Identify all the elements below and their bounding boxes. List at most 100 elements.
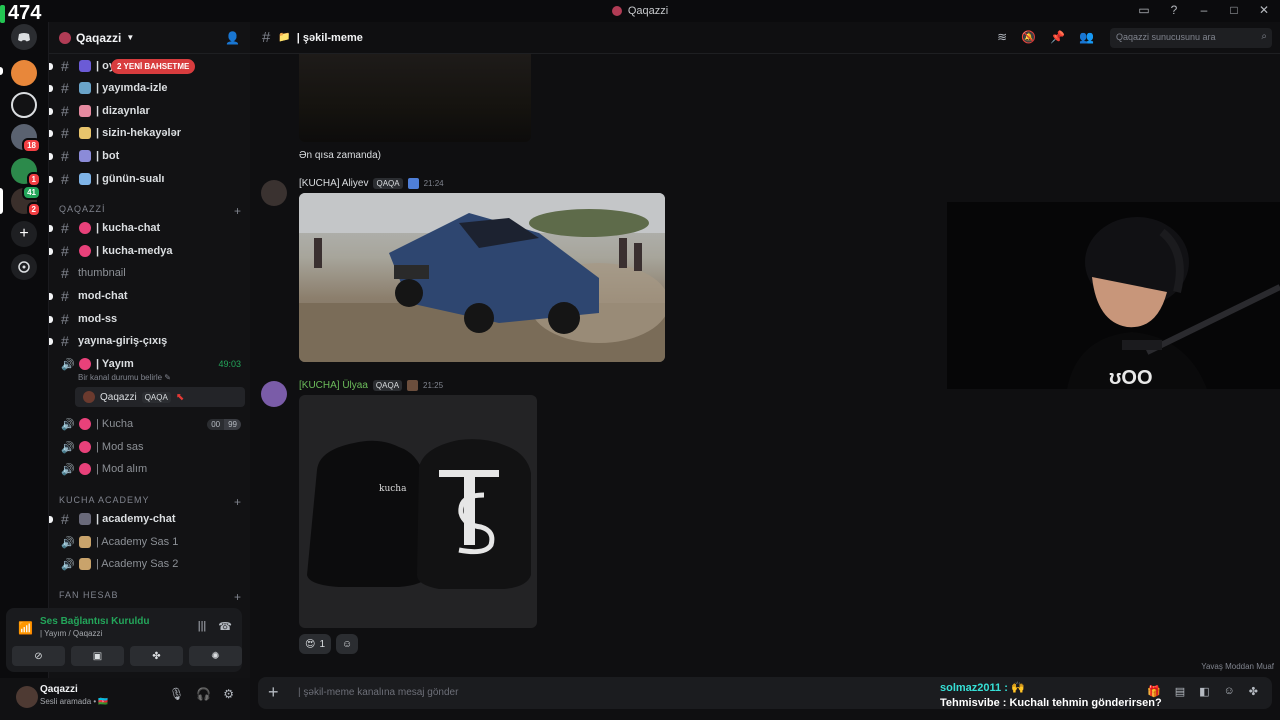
discord-home-icon[interactable]: [11, 24, 37, 50]
gif-icon[interactable]: ▤: [1175, 685, 1185, 698]
server-name[interactable]: Qaqazzi ▼: [59, 31, 134, 45]
camera-off-button[interactable]: ⊘: [12, 646, 65, 666]
user-count-badge: 00 99: [207, 418, 241, 430]
settings-gear-icon[interactable]: ⚙: [223, 687, 234, 701]
sweater-image[interactable]: kucha: [299, 395, 537, 628]
category-header[interactable]: QAQAZZİ +: [59, 204, 241, 218]
voice-channel[interactable]: 🔊 | Academy Sas 1: [49, 532, 251, 552]
attach-plus-icon[interactable]: +: [268, 682, 279, 703]
channel-item[interactable]: # yayına-giriş-çıxış: [49, 331, 251, 351]
speaker-icon: 🔊: [61, 558, 75, 571]
chevron-down-icon: ▼: [126, 33, 135, 42]
avatar[interactable]: [261, 180, 287, 206]
window-title: Qaqazzi: [611, 5, 668, 17]
speaker-icon: 🔊: [61, 441, 75, 454]
avatar[interactable]: [261, 381, 287, 407]
add-channel-icon[interactable]: +: [234, 495, 241, 509]
add-member-icon[interactable]: 👤: [225, 31, 240, 45]
hex-server-icon[interactable]: [11, 92, 37, 118]
search-input[interactable]: Qaqazzi sunucusunu ara ⌕: [1110, 28, 1272, 48]
close-button[interactable]: ✕: [1256, 3, 1272, 17]
noise-suppression-icon[interactable]: |||: [198, 620, 207, 633]
user-panel: Qaqazzi Sesli aramada • 🇦🇿 🎙 🎧 ⚙: [0, 678, 250, 720]
car-drift-image[interactable]: [299, 193, 665, 362]
channel-item[interactable]: # mod-chat: [49, 286, 251, 306]
avatar: [83, 391, 95, 403]
emoji-icon[interactable]: ☺: [1224, 685, 1235, 698]
activities-button[interactable]: ✤: [130, 646, 183, 666]
channel-status-hint[interactable]: Bir kanal durumu belirle ✎: [78, 373, 171, 382]
member-list-icon[interactable]: 👥: [1079, 30, 1094, 44]
hash-icon: #: [61, 148, 69, 164]
server-avatar-orange[interactable]: [11, 60, 37, 86]
hash-icon: #: [61, 288, 69, 304]
server-header[interactable]: Qaqazzi ▼ 👤: [49, 22, 250, 54]
voice-channel[interactable]: 🔊 | Kucha 00 99: [49, 414, 251, 434]
voice-channel-yayim[interactable]: 🔊 | Yayım 49:03: [49, 354, 251, 374]
unread-dot: [49, 247, 53, 255]
microphone-icon[interactable]: 🎙: [169, 687, 184, 701]
unread-dot: [49, 152, 53, 160]
hash-icon: #: [61, 243, 69, 259]
hash-icon: #: [61, 311, 69, 327]
add-channel-icon[interactable]: +: [234, 590, 241, 604]
hash-icon: #: [61, 171, 69, 187]
new-mentions-pill[interactable]: 2 YENİ BAHSETME: [111, 59, 196, 74]
signal-icon[interactable]: 📶: [18, 621, 33, 635]
hash-icon: #: [61, 265, 69, 281]
channel-item[interactable]: # | dizaynlar: [49, 101, 251, 121]
author-name[interactable]: [KUCHA] Ülyaa: [299, 380, 368, 391]
voice-channel[interactable]: 🔊 | Mod sas: [49, 437, 251, 457]
soundboard-button[interactable]: ✺: [189, 646, 242, 666]
add-server-icon[interactable]: +: [11, 221, 37, 247]
role-tag: QAQA: [372, 380, 403, 391]
message-header: [KUCHA] Aliyev QAQA 21:24: [299, 178, 444, 189]
server-avatar-photo[interactable]: 18: [11, 124, 41, 153]
message-input[interactable]: | şəkil-meme kanalına mesaj gönder: [298, 687, 458, 698]
notifications-off-icon[interactable]: 🔕: [1021, 30, 1036, 44]
pin-icon[interactable]: 📌: [1050, 30, 1065, 44]
sticker-icon[interactable]: ◧: [1199, 685, 1209, 698]
voice-channel[interactable]: 🔊 | Academy Sas 2: [49, 554, 251, 574]
booster-badge-icon: [407, 178, 419, 189]
pink-circle-icon: [79, 418, 91, 430]
apps-icon[interactable]: ✤: [1249, 685, 1258, 698]
channel-item[interactable]: # | sizin-hekayələr: [49, 123, 251, 143]
disconnect-icon[interactable]: ☎: [218, 620, 232, 633]
discover-icon[interactable]: [11, 254, 37, 280]
category-header[interactable]: FAN HESAB +: [59, 590, 241, 604]
author-name[interactable]: [KUCHA] Aliyev: [299, 178, 368, 189]
headphones-icon[interactable]: 🎧: [196, 687, 211, 701]
channel-item[interactable]: # | kucha-chat: [49, 218, 251, 238]
add-channel-icon[interactable]: +: [234, 204, 241, 218]
voice-user-row[interactable]: Qaqazzi QAQA ⬉: [75, 387, 245, 407]
magnifier-icon: [79, 173, 91, 185]
inbox-icon[interactable]: ▭: [1136, 3, 1152, 17]
add-reaction-button[interactable]: ☺: [336, 634, 359, 654]
channel-item[interactable]: # | bot: [49, 146, 251, 166]
server-avatar-green[interactable]: 1: [11, 158, 41, 187]
channel-item[interactable]: # | kucha-medya: [49, 241, 251, 261]
maximize-button[interactable]: □: [1226, 3, 1242, 17]
reaction-heart-eyes[interactable]: 😍 1: [299, 634, 331, 654]
voice-channel[interactable]: 🔊 | Mod alım: [49, 459, 251, 479]
previous-image-attachment[interactable]: [299, 54, 531, 142]
channel-item[interactable]: # thumbnail: [49, 263, 251, 283]
help-icon[interactable]: ?: [1166, 3, 1182, 17]
screen-share-button[interactable]: ▣: [71, 646, 124, 666]
channel-item[interactable]: # | yayımda-izle: [49, 78, 251, 98]
slowmode-indicator: Yavaş Moddan Muaf: [1201, 662, 1274, 671]
unread-dot: [49, 84, 53, 92]
student-icon: [79, 536, 91, 548]
channel-item[interactable]: # | günün-sualı: [49, 169, 251, 189]
channel-item[interactable]: # mod-ss: [49, 309, 251, 329]
avatar[interactable]: [16, 686, 38, 708]
threads-icon[interactable]: ≋: [997, 30, 1007, 44]
channel-item[interactable]: # | academy-chat: [49, 509, 251, 529]
minimize-button[interactable]: –: [1196, 3, 1212, 17]
server-avatar-qaqazzi[interactable]: 41 2: [11, 185, 41, 217]
category-header[interactable]: KUCHA ACADEMY +: [59, 495, 241, 509]
role-tag: QAQA: [141, 391, 171, 403]
pink-circle-icon: [79, 358, 91, 370]
window-controls: ▭ ? – □ ✕: [1136, 3, 1272, 17]
